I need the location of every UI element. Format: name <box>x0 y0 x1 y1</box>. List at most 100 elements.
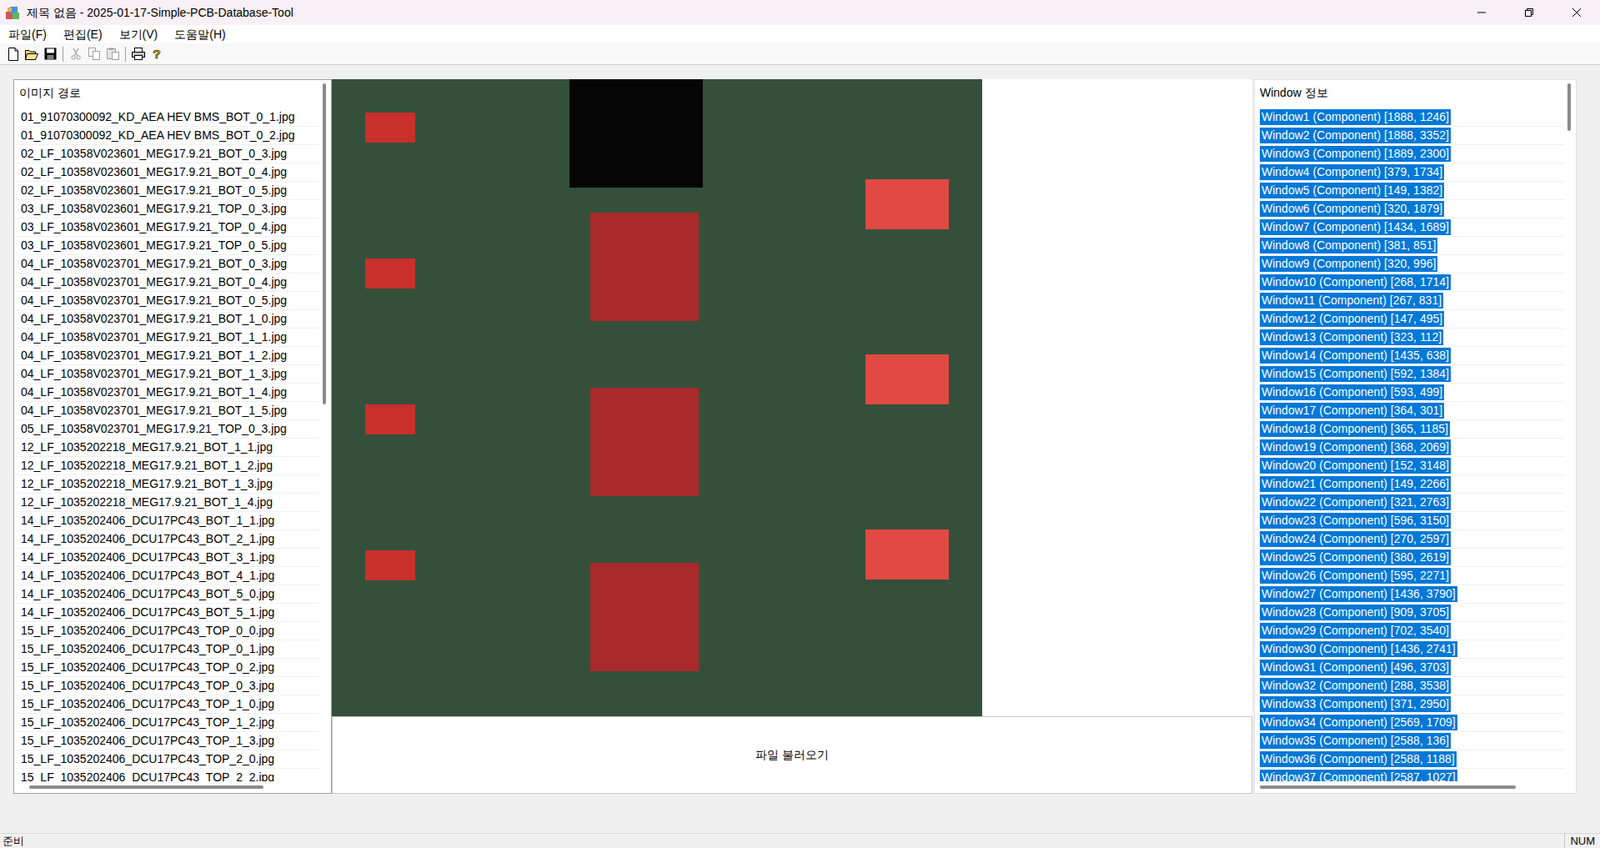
window-item[interactable]: Window35 (Component) [2588, 136] <box>1254 732 1565 751</box>
window-item[interactable]: Window8 (Component) [381, 851] <box>1254 236 1565 256</box>
image-item[interactable]: 03_LF_10358V023601_MEG17.9.21_TOP_0_4.jp… <box>14 218 320 237</box>
close-button[interactable] <box>1552 0 1600 26</box>
window-item[interactable]: Window3 (Component) [1889, 2300] <box>1254 145 1565 164</box>
print-button[interactable] <box>130 45 147 63</box>
image-item[interactable]: 04_LF_10358V023701_MEG17.9.21_BOT_1_4.jp… <box>14 383 320 402</box>
window-item[interactable]: Window23 (Component) [596, 3150] <box>1254 511 1565 531</box>
window-item[interactable]: Window31 (Component) [496, 3703] <box>1254 658 1565 678</box>
window-item[interactable]: Window7 (Component) [1434, 1689] <box>1254 218 1565 237</box>
image-item[interactable]: 15_LF_1035202406_DCU17PC43_TOP_2_2.jpg <box>14 768 320 782</box>
window-item[interactable]: Window11 (Component) [267, 831] <box>1254 291 1565 311</box>
window-item[interactable]: Window16 (Component) [593, 499] <box>1254 383 1565 402</box>
image-item[interactable]: 04_LF_10358V023701_MEG17.9.21_BOT_1_2.jp… <box>14 346 320 366</box>
window-item[interactable]: Window12 (Component) [147, 495] <box>1254 310 1565 329</box>
window-item[interactable]: Window10 (Component) [268, 1714] <box>1254 273 1565 292</box>
image-item[interactable]: 14_LF_1035202406_DCU17PC43_BOT_2_1.jpg <box>14 530 320 549</box>
scroll-thumb[interactable] <box>29 785 264 789</box>
menu-item[interactable]: 도움말(H) <box>169 25 231 43</box>
image-item[interactable]: 04_LF_10358V023701_MEG17.9.21_BOT_1_3.jp… <box>14 365 320 384</box>
image-item[interactable]: 15_LF_1035202406_DCU17PC43_TOP_0_2.jpg <box>14 658 320 678</box>
horizontal-scrollbar[interactable] <box>14 781 332 793</box>
image-item[interactable]: 15_LF_1035202406_DCU17PC43_TOP_0_0.jpg <box>14 621 320 641</box>
window-item[interactable]: Window4 (Component) [379, 1734] <box>1254 163 1565 182</box>
save-button[interactable] <box>41 45 59 63</box>
window-item[interactable]: Window26 (Component) [595, 2271] <box>1254 566 1565 586</box>
window-item[interactable]: Window15 (Component) [592, 1384] <box>1254 365 1565 384</box>
image-item[interactable]: 01_91070300092_KD_AEA HEV BMS_BOT_0_2.jp… <box>14 126 320 146</box>
scroll-thumb[interactable] <box>322 83 327 405</box>
window-item[interactable]: Window1 (Component) [1888, 1246] <box>1254 108 1565 127</box>
window-item[interactable]: Window22 (Component) [321, 2763] <box>1254 493 1565 512</box>
window-item[interactable]: Window34 (Component) [2569, 1709] <box>1254 713 1565 733</box>
minimize-button[interactable] <box>1457 0 1505 26</box>
window-item[interactable]: Window29 (Component) [702, 3540] <box>1254 621 1565 641</box>
item-label: 04_LF_10358V023701_MEG17.9.21_BOT_0_4.jp… <box>19 274 289 291</box>
window-item[interactable]: Window21 (Component) [149, 2266] <box>1254 475 1565 494</box>
menu-item[interactable]: 파일(F) <box>3 25 52 43</box>
window-item[interactable]: Window20 (Component) [152, 3148] <box>1254 456 1565 476</box>
vertical-scrollbar[interactable] <box>319 80 332 782</box>
image-item[interactable]: 12_LF_1035202218_MEG17.9.21_BOT_1_1.jpg <box>14 438 320 457</box>
image-item[interactable]: 02_LF_10358V023601_MEG17.9.21_BOT_0_4.jp… <box>14 163 320 182</box>
menu-item[interactable]: 편집(E) <box>58 25 108 43</box>
window-item[interactable]: Window14 (Component) [1435, 638] <box>1254 346 1565 366</box>
cut-button[interactable] <box>67 45 85 63</box>
image-item[interactable]: 15_LF_1035202406_DCU17PC43_TOP_0_3.jpg <box>14 677 320 696</box>
open-button[interactable] <box>23 45 41 63</box>
image-item[interactable]: 01_91070300092_KD_AEA HEV BMS_BOT_0_1.jp… <box>14 108 320 127</box>
image-item[interactable]: 14_LF_1035202406_DCU17PC43_BOT_5_0.jpg <box>14 585 320 604</box>
image-item[interactable]: 02_LF_10358V023601_MEG17.9.21_BOT_0_5.jp… <box>14 181 320 201</box>
image-item[interactable]: 04_LF_10358V023701_MEG17.9.21_BOT_0_4.jp… <box>14 273 320 292</box>
image-item[interactable]: 02_LF_10358V023601_MEG17.9.21_BOT_0_3.jp… <box>14 145 320 164</box>
window-item[interactable]: Window24 (Component) [270, 2597] <box>1254 530 1565 549</box>
image-item[interactable]: 04_LF_10358V023701_MEG17.9.21_BOT_0_5.jp… <box>14 291 320 311</box>
image-item[interactable]: 14_LF_1035202406_DCU17PC43_BOT_3_1.jpg <box>14 548 320 567</box>
image-item[interactable]: 15_LF_1035202406_DCU17PC43_TOP_1_3.jpg <box>14 732 320 751</box>
window-item[interactable]: Window32 (Component) [288, 3538] <box>1254 677 1565 696</box>
restore-button[interactable] <box>1504 0 1553 26</box>
scroll-thumb[interactable] <box>1567 83 1571 131</box>
window-item[interactable]: Window9 (Component) [320, 996] <box>1254 255 1565 274</box>
scroll-thumb[interactable] <box>1259 785 1516 789</box>
paste-button[interactable] <box>104 45 121 63</box>
image-item[interactable]: 12_LF_1035202218_MEG17.9.21_BOT_1_4.jpg <box>14 493 320 512</box>
help-button[interactable]: ? <box>148 45 166 63</box>
window-item[interactable]: Window5 (Component) [149, 1382] <box>1254 181 1565 201</box>
image-item[interactable]: 03_LF_10358V023601_MEG17.9.21_TOP_0_5.jp… <box>14 236 320 256</box>
window-item[interactable]: Window30 (Component) [1436, 2741] <box>1254 640 1565 659</box>
load-file-button[interactable]: 파일 불러오기 <box>331 716 1253 794</box>
image-item[interactable]: 14_LF_1035202406_DCU17PC43_BOT_1_1.jpg <box>14 511 320 531</box>
window-item[interactable]: Window28 (Component) [909, 3705] <box>1254 603 1565 622</box>
image-item[interactable]: 15_LF_1035202406_DCU17PC43_TOP_0_1.jpg <box>14 640 320 659</box>
window-item[interactable]: Window33 (Component) [371, 2950] <box>1254 695 1565 714</box>
window-item[interactable]: Window18 (Component) [365, 1185] <box>1254 420 1565 439</box>
image-item[interactable]: 15_LF_1035202406_DCU17PC43_TOP_2_0.jpg <box>14 750 320 769</box>
image-item[interactable]: 15_LF_1035202406_DCU17PC43_TOP_1_2.jpg <box>14 713 320 733</box>
window-item[interactable]: Window37 (Component) [2587, 1027] <box>1254 768 1565 782</box>
window-item[interactable]: Window36 (Component) [2588, 1188] <box>1254 750 1565 769</box>
image-item[interactable]: 04_LF_10358V023701_MEG17.9.21_BOT_1_1.jp… <box>14 328 320 347</box>
window-item[interactable]: Window6 (Component) [320, 1879] <box>1254 200 1565 219</box>
image-item[interactable]: 12_LF_1035202218_MEG17.9.21_BOT_1_3.jpg <box>14 475 320 494</box>
image-item[interactable]: 14_LF_1035202406_DCU17PC43_BOT_5_1.jpg <box>14 603 320 622</box>
copy-button[interactable] <box>85 45 103 63</box>
horizontal-scrollbar[interactable] <box>1254 781 1576 793</box>
image-item[interactable]: 05_LF_10358V023701_MEG17.9.21_TOP_0_3.jp… <box>14 420 320 439</box>
toolbar: ? <box>0 43 1600 66</box>
image-item[interactable]: 04_LF_10358V023701_MEG17.9.21_BOT_1_5.jp… <box>14 401 320 421</box>
new-button[interactable] <box>5 45 22 63</box>
menu-item[interactable]: 보기(V) <box>114 25 164 43</box>
image-item[interactable]: 04_LF_10358V023701_MEG17.9.21_BOT_0_3.jp… <box>14 255 320 274</box>
image-item[interactable]: 04_LF_10358V023701_MEG17.9.21_BOT_1_0.jp… <box>14 310 320 329</box>
image-item[interactable]: 15_LF_1035202406_DCU17PC43_TOP_1_0.jpg <box>14 695 320 714</box>
window-item[interactable]: Window25 (Component) [380, 2619] <box>1254 548 1565 567</box>
window-item[interactable]: Window27 (Component) [1436, 3790] <box>1254 585 1565 604</box>
window-item[interactable]: Window13 (Component) [323, 112] <box>1254 328 1565 347</box>
window-item[interactable]: Window19 (Component) [368, 2069] <box>1254 438 1565 457</box>
window-item[interactable]: Window2 (Component) [1888, 3352] <box>1254 126 1565 146</box>
vertical-scrollbar[interactable] <box>1564 80 1576 782</box>
image-item[interactable]: 03_LF_10358V023601_MEG17.9.21_TOP_0_3.jp… <box>14 200 320 219</box>
window-item[interactable]: Window17 (Component) [364, 301] <box>1254 401 1565 421</box>
image-item[interactable]: 14_LF_1035202406_DCU17PC43_BOT_4_1.jpg <box>14 566 320 586</box>
image-item[interactable]: 12_LF_1035202218_MEG17.9.21_BOT_1_2.jpg <box>14 456 320 476</box>
